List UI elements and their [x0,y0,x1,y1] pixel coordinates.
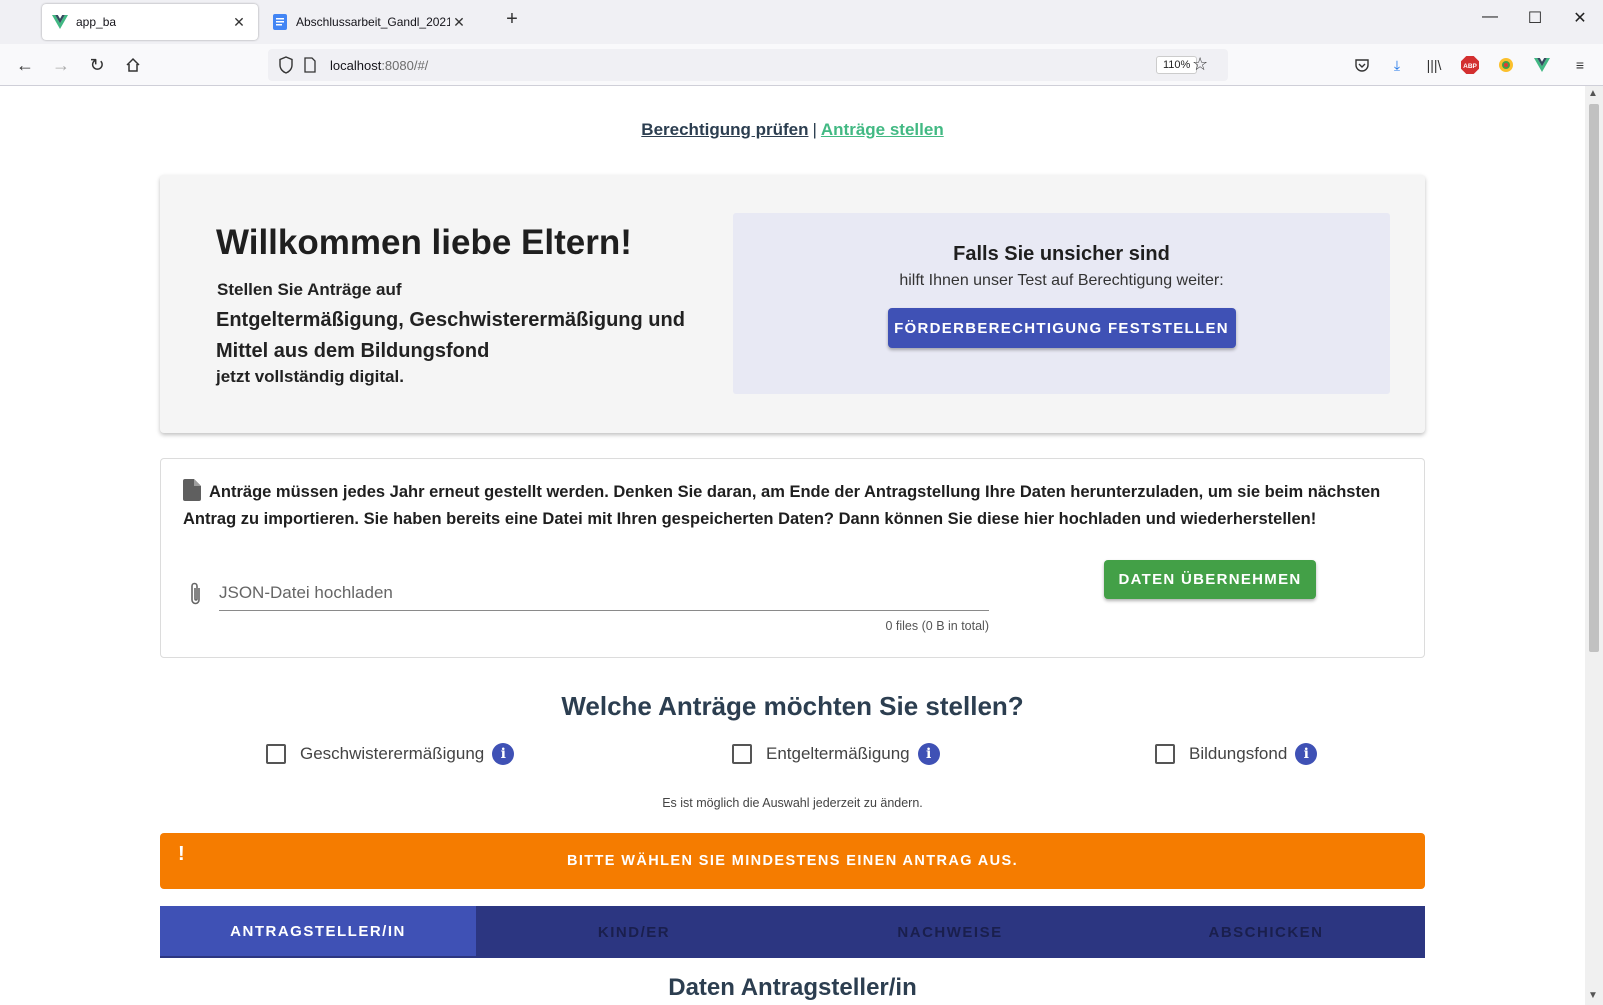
browser-tab-bar: app_ba ✕ Abschlussarbeit_Gandl_2021_IM ✕… [0,0,1603,44]
color-extension-icon[interactable] [1496,55,1516,75]
paperclip-icon[interactable] [187,581,205,607]
checkbox-fee-reduction[interactable] [732,744,752,764]
pocket-icon[interactable] [1352,55,1372,75]
info-icon[interactable]: i [917,743,940,765]
vue-logo-icon [52,14,68,30]
bookmark-star-icon[interactable]: ☆ [1192,54,1208,75]
url-text[interactable]: localhost:8080/#/ [330,58,428,73]
scrollbar-thumb[interactable] [1589,104,1599,652]
tab-children[interactable]: KIND/ER [476,906,792,958]
nav-separator: | [812,120,817,139]
option-sibling-discount[interactable]: Geschwisterermäßigung i [266,741,515,767]
welcome-line-2: Entgeltermäßigung, Geschwisterermäßigung… [216,309,685,362]
library-icon[interactable]: |||\ [1424,55,1444,75]
menu-icon[interactable]: ≡ [1570,55,1590,75]
option-education-fund[interactable]: Bildungsfond i [1155,741,1318,767]
file-count: 0 files (0 B in total) [885,619,989,633]
browser-toolbar: ← → ↻ localhost:8080/#/ 110% ☆ ⤓ |||\ AB… [0,44,1603,86]
check-eligibility-button[interactable]: FÖRDERBERECHTIGUNG FESTSTELLEN [887,308,1236,348]
new-tab-icon[interactable]: + [500,8,524,31]
adblock-icon[interactable]: ABP [1460,55,1480,75]
page-info-icon[interactable] [304,57,316,78]
upload-notice: Anträge müssen jedes Jahr erneut gestell… [183,479,1383,533]
welcome-line-3: jetzt vollständig digital. [216,367,404,386]
info-icon[interactable]: i [492,743,515,765]
nav-link-applications[interactable]: Anträge stellen [821,120,944,139]
eligibility-text: hilft Ihnen unser Test auf Berechtigung … [899,272,1224,289]
option-label[interactable]: Bildungsfond [1189,744,1287,764]
checkbox-sibling-discount[interactable] [266,744,286,764]
eligibility-title: Falls Sie unsicher sind [953,243,1170,265]
option-fee-reduction[interactable]: Entgeltermäßigung i [732,741,940,767]
tab-documents[interactable]: NACHWEISE [792,906,1108,958]
section-title: Daten Antragsteller/in [668,974,917,1001]
tab-submit[interactable]: ABSCHICKEN [1108,906,1424,958]
warning-message: BITTE WÄHLEN SIE MINDESTENS EINEN ANTRAG… [566,853,1019,869]
tab-title: app_ba [76,15,117,29]
tab-title: Abschlussarbeit_Gandl_2021_IM [296,15,450,29]
checkbox-education-fund[interactable] [1155,744,1175,764]
page-scrollbar[interactable]: ▲ ▼ [1585,86,1603,1005]
maximize-icon[interactable]: ☐ [1520,8,1550,28]
back-icon[interactable]: ← [12,52,38,78]
scroll-down-icon[interactable]: ▼ [1588,990,1598,1001]
info-icon[interactable]: i [1295,743,1318,765]
option-label[interactable]: Geschwisterermäßigung [300,744,484,764]
vue-devtools-icon[interactable] [1532,55,1552,75]
import-data-button[interactable]: DATEN ÜBERNEHMEN [1104,560,1316,599]
close-tab-icon[interactable]: ✕ [230,14,248,31]
shield-icon[interactable] [278,56,294,79]
upload-notice-text: Anträge müssen jedes Jahr erneut gestell… [183,483,1381,528]
minimize-icon[interactable]: — [1475,8,1505,26]
browser-tab-document[interactable]: Abschlussarbeit_Gandl_2021_IM ✕ [262,4,478,40]
nav-link-check-eligibility[interactable]: Berechtigung prüfen [641,120,808,139]
tab-applicant[interactable]: ANTRAGSTELLER/IN [160,906,476,956]
reload-icon[interactable]: ↻ [84,52,110,78]
option-label[interactable]: Entgeltermäßigung [766,744,910,764]
eligibility-box: Falls Sie unsicher sind hilft Ihnen unse… [733,213,1390,394]
top-navigation: Berechtigung prüfen | Anträge stellen [0,120,1585,140]
upload-card: Anträge müssen jedes Jahr erneut gestell… [160,458,1425,658]
scroll-up-icon[interactable]: ▲ [1588,88,1598,99]
address-bar[interactable]: localhost:8080/#/ 110% ☆ [268,49,1228,81]
document-icon [272,14,288,30]
download-icon[interactable]: ⤓ [1387,55,1407,75]
browser-tab-app[interactable]: app_ba ✕ [42,4,258,40]
welcome-card: Willkommen liebe Eltern! Stellen Sie Ant… [160,175,1425,433]
forward-icon[interactable]: → [48,52,74,78]
close-window-icon[interactable]: ✕ [1565,8,1595,28]
step-tabs: ANTRAGSTELLER/IN KIND/ER NACHWEISE ABSCH… [160,906,1425,958]
json-file-input[interactable]: JSON-Datei hochladen [219,583,989,611]
applications-question: Welche Anträge möchten Sie stellen? [561,691,1024,721]
file-icon [183,479,201,501]
page-viewport: Berechtigung prüfen | Anträge stellen Will… [0,86,1585,1005]
svg-text:ABP: ABP [1463,63,1477,70]
home-icon[interactable] [120,52,146,78]
welcome-title: Willkommen liebe Eltern! [216,223,632,262]
welcome-line-1: Stellen Sie Anträge auf [217,280,402,299]
close-tab-icon[interactable]: ✕ [450,14,468,31]
warning-alert: ! BITTE WÄHLEN SIE MINDESTENS EINEN ANTR… [160,833,1425,889]
selection-hint: Es ist möglich die Auswahl jederzeit zu … [662,796,923,810]
